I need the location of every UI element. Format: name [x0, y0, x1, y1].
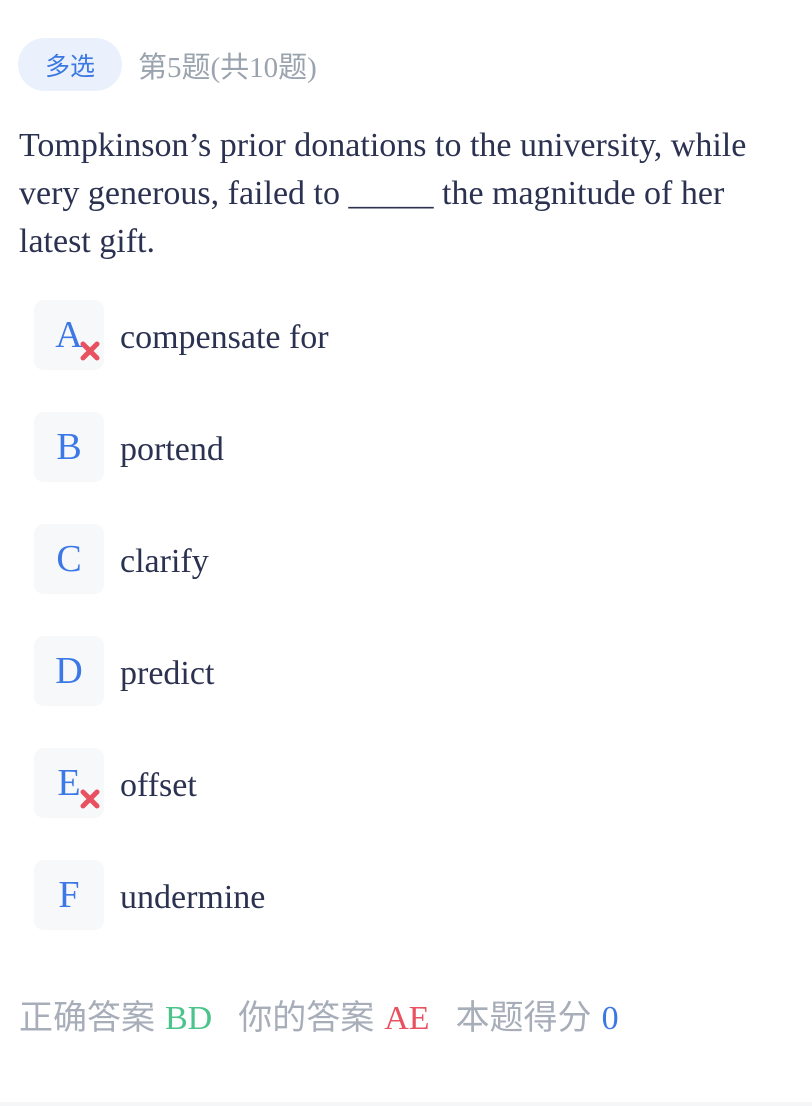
- your-answer-value: AE: [384, 1000, 430, 1037]
- option-label: portend: [120, 431, 224, 468]
- option-f[interactable]: F undermine: [34, 860, 774, 930]
- wrong-mark-icon: [80, 341, 100, 361]
- option-letter: C: [56, 538, 82, 580]
- option-letter-box: F: [34, 860, 104, 930]
- option-letter: F: [58, 874, 80, 916]
- option-letter: B: [56, 426, 82, 468]
- question-type-badge: 多选: [18, 38, 122, 91]
- option-label: offset: [120, 767, 197, 804]
- option-list: A compensate for B portend C clarify D p…: [34, 300, 774, 972]
- option-d[interactable]: D predict: [34, 636, 774, 706]
- option-c[interactable]: C clarify: [34, 524, 774, 594]
- option-letter-box: A: [34, 300, 104, 370]
- option-letter: D: [55, 650, 83, 692]
- option-letter-box: B: [34, 412, 104, 482]
- your-answer-label: 你的答案: [238, 1000, 375, 1037]
- option-letter-box: C: [34, 524, 104, 594]
- score-label: 本题得分: [455, 1000, 592, 1037]
- option-label: clarify: [120, 543, 209, 580]
- bottom-divider: [0, 1102, 812, 1106]
- option-letter-box: E: [34, 748, 104, 818]
- option-e[interactable]: E offset: [34, 748, 774, 818]
- option-letter: E: [57, 762, 81, 804]
- question-text: Tompkinson’s prior donations to the univ…: [19, 127, 747, 260]
- option-letter-box: D: [34, 636, 104, 706]
- question-progress: 第5题(共10题): [138, 51, 317, 84]
- correct-answer-value: BD: [165, 1000, 213, 1037]
- option-a[interactable]: A compensate for: [34, 300, 774, 370]
- option-b[interactable]: B portend: [34, 412, 774, 482]
- answer-summary: 正确答案 BD 你的答案 AE 本题得分 0: [19, 990, 645, 1039]
- question-header: 多选 第5题(共10题): [18, 38, 317, 91]
- correct-answer-label: 正确答案: [19, 1000, 155, 1037]
- option-label: undermine: [120, 879, 266, 916]
- option-label: predict: [120, 655, 215, 692]
- score-value: 0: [601, 1000, 619, 1037]
- option-label: compensate for: [120, 319, 329, 356]
- wrong-mark-icon: [80, 789, 100, 809]
